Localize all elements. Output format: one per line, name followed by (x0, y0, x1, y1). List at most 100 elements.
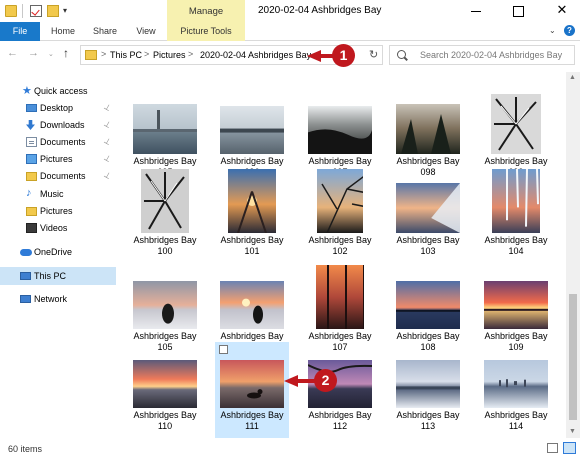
maximize-button[interactable] (503, 2, 533, 20)
tab-picture-tools[interactable]: Picture Tools (167, 22, 245, 41)
file-tile[interactable]: Ashbridges Bay 102 (303, 167, 377, 263)
expand-ribbon-chevron-icon[interactable]: ⌄ (549, 26, 556, 35)
sidebar-item-videos[interactable]: Videos (0, 220, 116, 237)
file-name: Ashbridges Bay 102 (303, 235, 377, 257)
file-name-line: Ashbridges Bay (396, 156, 460, 166)
sidebar-item-network[interactable]: Network (0, 291, 116, 308)
sidebar-item-this-pc[interactable]: This PC (0, 268, 116, 285)
file-number: 111 (245, 421, 259, 431)
sidebar-item-desktop[interactable]: Desktop ⊥ (0, 100, 116, 117)
pin-icon: ⊥ (102, 152, 113, 165)
up-button[interactable]: ↑ (63, 46, 69, 60)
file-number: 114 (508, 421, 524, 431)
sidebar-item-label: Desktop (40, 103, 74, 113)
recent-locations-chevron-icon[interactable]: ⌄ (48, 50, 54, 58)
thumbnail-image (133, 281, 197, 329)
breadcrumb-this-pc[interactable]: This PC (110, 50, 142, 60)
file-grid: Ashbridges Bay095Ashbridges Bay096Ashbri… (117, 78, 565, 438)
manage-tab[interactable]: Manage (167, 0, 245, 22)
file-number: 110 (157, 421, 173, 431)
file-tile[interactable]: Ashbridges Bay 111 (215, 342, 289, 438)
scroll-up-arrow-icon[interactable]: ▲ (569, 74, 576, 81)
new-folder-icon[interactable] (47, 5, 59, 17)
pin-icon: ⊥ (102, 118, 113, 131)
scroll-down-arrow-icon[interactable]: ▼ (569, 428, 576, 435)
help-icon[interactable]: ? (564, 25, 575, 36)
status-bar: 60 items (0, 438, 580, 458)
tab-view[interactable]: View (129, 22, 163, 41)
minimize-button[interactable] (461, 2, 491, 20)
breadcrumb-pictures[interactable]: Pictures (153, 50, 186, 60)
breadcrumb-separator[interactable]: > (101, 49, 106, 59)
ribbon-tabs: File Home Share View Picture Tools ⌄ ? (0, 22, 580, 41)
sidebar-item-label: This PC (34, 271, 67, 281)
sidebar-item-downloads[interactable]: Downloads ⊥ (0, 117, 116, 134)
sidebar-item-onedrive[interactable]: OneDrive (0, 244, 116, 261)
sidebar-item-music[interactable]: ♪ Music (0, 186, 116, 203)
file-name: Ashbridges Bay 112 (303, 410, 377, 432)
folder-icon[interactable] (5, 5, 17, 17)
pictures-icon (26, 154, 37, 164)
back-button[interactable]: ← (7, 47, 18, 59)
computer-icon (20, 272, 31, 280)
scrollbar-thumb[interactable] (569, 294, 577, 420)
window-title: 2020-02-04 Ashbridges Bay (258, 5, 382, 16)
sidebar-item-pictures[interactable]: Pictures ⊥ (0, 151, 116, 168)
pin-icon: ⊥ (102, 101, 113, 114)
file-number: 104 (508, 246, 524, 256)
thumbnail-image (133, 104, 197, 154)
breadcrumb-separator[interactable]: > (188, 49, 193, 59)
tab-share[interactable]: Share (86, 22, 124, 41)
large-icons-view-icon[interactable] (563, 442, 576, 454)
music-icon: ♪ (26, 187, 32, 199)
title-bar: ▾ Manage 2020-02-04 Ashbridges Bay ✕ (0, 0, 580, 22)
search-box[interactable]: Search 2020-02-04 Ashbridges Bay (389, 45, 575, 65)
customize-toolbar-chevron-icon[interactable]: ▾ (63, 6, 67, 15)
file-name-line: Ashbridges Bay (133, 156, 197, 166)
file-name-line: Ashbridges Bay (308, 331, 372, 341)
file-tile[interactable]: Ashbridges Bay 110 (128, 342, 202, 438)
thumbnail-image (396, 104, 460, 154)
file-name: Ashbridges Bay 114 (479, 410, 553, 432)
file-name-line: Ashbridges Bay (308, 410, 372, 420)
details-view-icon[interactable] (547, 443, 558, 453)
sidebar-item-pictures[interactable]: Pictures (0, 203, 116, 220)
breadcrumb-separator[interactable]: > (144, 49, 149, 59)
callout-2: 2 (314, 369, 337, 392)
thumbnail-image (484, 281, 548, 329)
close-button[interactable]: ✕ (547, 2, 577, 20)
search-input[interactable]: Search 2020-02-04 Ashbridges Bay (420, 50, 562, 60)
thumbnail-image (484, 360, 548, 408)
file-tile[interactable]: Ashbridges Bay 101 (215, 167, 289, 263)
tab-home[interactable]: Home (45, 22, 81, 41)
file-name-line: Ashbridges Bay (484, 331, 548, 341)
file-number: 102 (332, 246, 348, 256)
thumbnail-image (220, 281, 284, 329)
file-tile[interactable]: Ashbridges Bay 113 (391, 342, 465, 438)
file-tile[interactable]: Ashbridges Bay 100 (128, 167, 202, 263)
thumbnail-image (396, 281, 460, 329)
file-name-line: Ashbridges Bay (220, 235, 284, 245)
videos-icon (26, 223, 37, 233)
file-name-line: Ashbridges Bay (484, 410, 548, 420)
refresh-icon[interactable]: ↻ (369, 48, 378, 61)
file-tile[interactable]: Ashbridges Bay 103 (391, 167, 465, 263)
vertical-scrollbar[interactable]: ▲ ▼ (566, 72, 580, 438)
thumbnail-image (492, 169, 540, 233)
thumbnail-image (491, 94, 541, 154)
sidebar-item-quick-access[interactable]: ★ Quick access (0, 83, 116, 100)
forward-button[interactable]: → (28, 47, 39, 59)
file-tile[interactable]: Ashbridges Bay 112 (303, 342, 377, 438)
properties-icon[interactable] (30, 5, 42, 17)
file-tile[interactable]: Ashbridges Bay 114 (479, 342, 553, 438)
select-checkbox[interactable] (219, 345, 228, 354)
sidebar-item-documents[interactable]: Documents ⊥ (0, 168, 116, 185)
breadcrumb-current-folder[interactable]: 2020-02-04 Ashbridges Bay (200, 50, 311, 60)
sidebar-item-label: Pictures (40, 154, 73, 164)
callout-1: 1 (332, 44, 355, 67)
file-tile[interactable]: Ashbridges Bay 104 (479, 167, 553, 263)
star-icon: ★ (22, 85, 32, 97)
tab-file[interactable]: File (0, 22, 40, 41)
sidebar-item-label: Quick access (34, 86, 88, 96)
sidebar-item-documents[interactable]: Documents ⊥ (0, 134, 116, 151)
